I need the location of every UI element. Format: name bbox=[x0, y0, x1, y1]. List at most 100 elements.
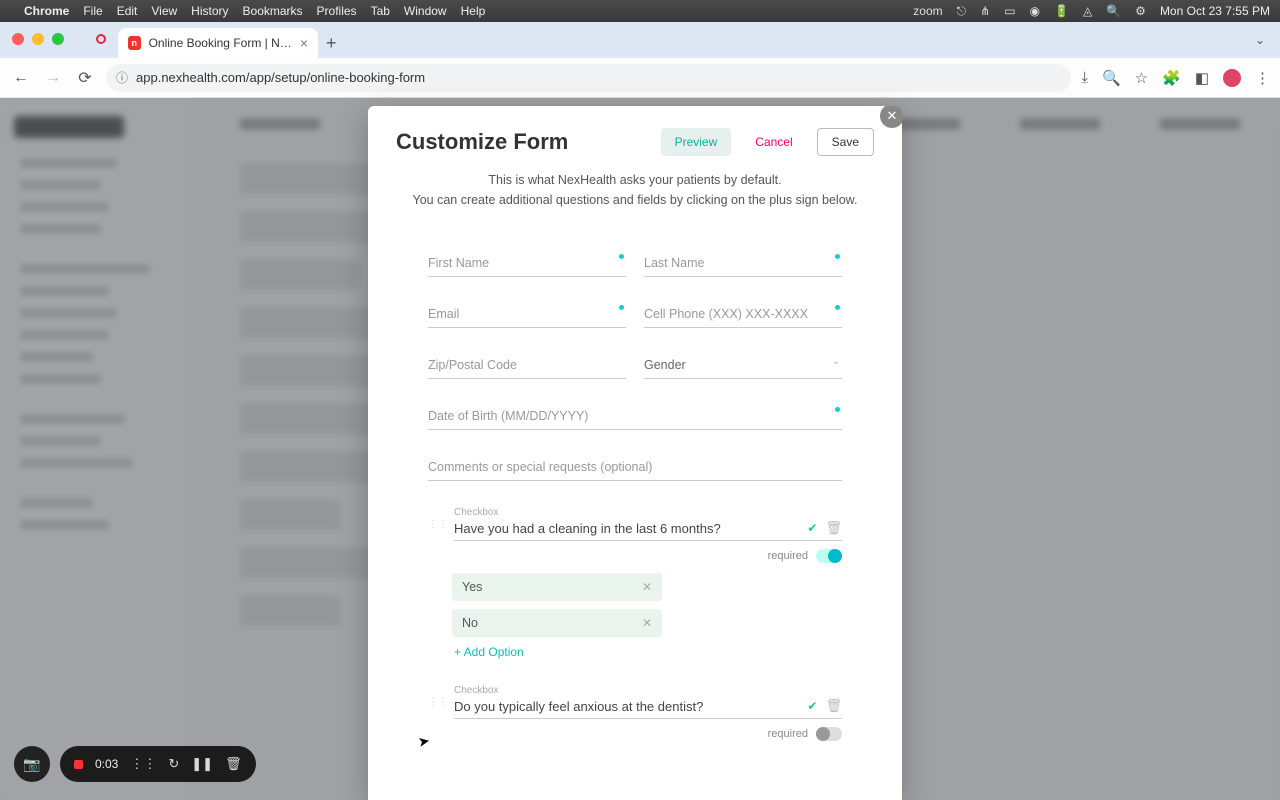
required-dot-icon bbox=[835, 305, 840, 310]
close-icon: ✕ bbox=[887, 108, 898, 124]
modal-close-button[interactable]: ✕ bbox=[880, 106, 902, 128]
save-button[interactable]: Save bbox=[817, 128, 874, 156]
customize-form-modal: ✕ Customize Form Preview Cancel Save Thi… bbox=[368, 106, 902, 800]
url-text: app.nexhealth.com/app/setup/online-booki… bbox=[136, 70, 425, 85]
question-text-input[interactable]: Have you had a cleaning in the last 6 mo… bbox=[454, 521, 799, 536]
required-dot-icon bbox=[619, 305, 624, 310]
status-icon-4[interactable]: ◉ bbox=[1030, 4, 1040, 18]
question-type-label: Checkbox bbox=[454, 685, 842, 696]
required-toggle[interactable] bbox=[816, 549, 842, 563]
menu-bookmarks[interactable]: Bookmarks bbox=[243, 4, 303, 18]
reload-button[interactable]: ⟳ bbox=[74, 68, 96, 88]
wifi-icon[interactable]: ◬ bbox=[1083, 4, 1092, 18]
tab-title: Online Booking Form | NexHe bbox=[149, 36, 292, 50]
chrome-menu-icon[interactable]: ⋮ bbox=[1255, 69, 1270, 87]
delete-icon[interactable]: 🗑 bbox=[825, 698, 842, 714]
trash-icon[interactable]: 🗑 bbox=[225, 756, 242, 772]
record-indicator-icon bbox=[74, 760, 83, 769]
menu-window[interactable]: Window bbox=[404, 4, 447, 18]
tab-close-icon[interactable]: × bbox=[300, 35, 308, 51]
extensions-icon[interactable]: 🧩 bbox=[1162, 69, 1181, 87]
menu-history[interactable]: History bbox=[191, 4, 228, 18]
required-dot-icon bbox=[835, 407, 840, 412]
favicon-icon: n bbox=[128, 36, 141, 50]
custom-question-2: ⋮⋮ Checkbox Do you typically feel anxiou… bbox=[428, 685, 842, 741]
required-dot-icon bbox=[835, 254, 840, 259]
recording-time: 0:03 bbox=[95, 757, 118, 771]
dob-field[interactable]: Date of Birth (MM/DD/YYYY) bbox=[428, 401, 842, 430]
sidepanel-icon[interactable]: ◧ bbox=[1195, 69, 1209, 87]
question-text-input[interactable]: Do you typically feel anxious at the den… bbox=[454, 699, 799, 714]
confirm-icon[interactable]: ✔ bbox=[807, 699, 817, 713]
search-icon[interactable]: 🔍 bbox=[1106, 4, 1121, 18]
menubar-appname[interactable]: Chrome bbox=[24, 4, 69, 18]
chrome-tabstrip: n Online Booking Form | NexHe × + ⌄ bbox=[0, 22, 1280, 58]
drag-handle-icon[interactable]: ⋮⋮ bbox=[428, 519, 448, 530]
last-name-field[interactable]: Last Name bbox=[644, 248, 842, 277]
tab-recording-indicator-icon bbox=[96, 34, 106, 44]
address-bar[interactable]: ⓘ app.nexhealth.com/app/setup/online-boo… bbox=[106, 64, 1071, 92]
new-tab-button[interactable]: + bbox=[326, 33, 337, 58]
site-info-icon[interactable]: ⓘ bbox=[116, 69, 128, 86]
pause-icon[interactable]: ❚❚ bbox=[191, 756, 213, 772]
gender-select[interactable]: Gender ⌄ bbox=[644, 350, 842, 379]
profile-avatar-icon[interactable] bbox=[1223, 69, 1241, 87]
remove-option-icon[interactable]: ✕ bbox=[642, 580, 652, 594]
cancel-button[interactable]: Cancel bbox=[741, 128, 806, 156]
zip-field[interactable]: Zip/Postal Code bbox=[428, 350, 626, 379]
chrome-toolbar: ← → ⟳ ⓘ app.nexhealth.com/app/setup/onli… bbox=[0, 58, 1280, 98]
menu-edit[interactable]: Edit bbox=[117, 4, 138, 18]
window-controls bbox=[12, 33, 64, 45]
remove-option-icon[interactable]: ✕ bbox=[642, 616, 652, 630]
install-app-icon[interactable]: ⤓ bbox=[1081, 69, 1088, 86]
menu-tab[interactable]: Tab bbox=[371, 4, 390, 18]
status-icon-3[interactable]: ▭ bbox=[1004, 4, 1015, 18]
window-zoom-button[interactable] bbox=[52, 33, 64, 45]
required-dot-icon bbox=[619, 254, 624, 259]
status-icon-2[interactable]: ⋔ bbox=[980, 4, 990, 18]
rec-settings-icon[interactable]: ⋮⋮ bbox=[130, 756, 156, 772]
back-button[interactable]: ← bbox=[10, 69, 32, 87]
zoom-menu-icon[interactable]: zoom bbox=[913, 4, 942, 18]
mac-menubar: Chrome File Edit View History Bookmarks … bbox=[0, 0, 1280, 22]
restart-icon[interactable]: ↻ bbox=[168, 756, 179, 772]
menu-profiles[interactable]: Profiles bbox=[317, 4, 357, 18]
menu-file[interactable]: File bbox=[83, 4, 102, 18]
control-center-icon[interactable]: ⚙ bbox=[1135, 4, 1146, 18]
modal-body[interactable]: First Name Last Name Email Cell Phone (X bbox=[368, 226, 902, 800]
camera-toggle-button[interactable]: 📷 bbox=[14, 746, 50, 782]
tabs-dropdown-icon[interactable]: ⌄ bbox=[1250, 30, 1270, 50]
browser-tab[interactable]: n Online Booking Form | NexHe × bbox=[118, 28, 318, 58]
add-option-button[interactable]: + Add Option bbox=[454, 645, 842, 659]
chevron-down-icon: ⌄ bbox=[832, 356, 840, 367]
option-no[interactable]: No ✕ bbox=[452, 609, 662, 637]
modal-title: Customize Form bbox=[396, 129, 651, 155]
confirm-icon[interactable]: ✔ bbox=[807, 521, 817, 535]
modal-intro: This is what NexHealth asks your patient… bbox=[368, 166, 902, 226]
email-field[interactable]: Email bbox=[428, 299, 626, 328]
menubar-clock[interactable]: Mon Oct 23 7:55 PM bbox=[1160, 4, 1270, 18]
menu-view[interactable]: View bbox=[151, 4, 177, 18]
window-close-button[interactable] bbox=[12, 33, 24, 45]
status-icon-1[interactable]: ⎋ bbox=[957, 4, 967, 19]
comments-field[interactable]: Comments or special requests (optional) bbox=[428, 452, 842, 481]
preview-button[interactable]: Preview bbox=[661, 128, 732, 156]
camera-icon: 📷 bbox=[23, 756, 40, 773]
menu-help[interactable]: Help bbox=[461, 4, 486, 18]
drag-handle-icon[interactable]: ⋮⋮ bbox=[428, 697, 448, 708]
window-minimize-button[interactable] bbox=[32, 33, 44, 45]
bookmark-star-icon[interactable]: ☆ bbox=[1135, 69, 1148, 87]
first-name-field[interactable]: First Name bbox=[428, 248, 626, 277]
battery-icon[interactable]: 🔋 bbox=[1054, 4, 1069, 18]
custom-question-1: ⋮⋮ Checkbox Have you had a cleaning in t… bbox=[428, 507, 842, 659]
required-toggle[interactable] bbox=[816, 727, 842, 741]
forward-button[interactable]: → bbox=[42, 69, 64, 87]
delete-icon[interactable]: 🗑 bbox=[825, 520, 842, 536]
required-label: required bbox=[768, 550, 808, 562]
recording-controls: 📷 0:03 ⋮⋮ ↻ ❚❚ 🗑 bbox=[14, 746, 256, 782]
cell-phone-field[interactable]: Cell Phone (XXX) XXX-XXXX bbox=[644, 299, 842, 328]
option-yes[interactable]: Yes ✕ bbox=[452, 573, 662, 601]
question-type-label: Checkbox bbox=[454, 507, 842, 518]
zoom-icon[interactable]: 🔍 bbox=[1102, 69, 1121, 87]
cursor-icon: ➤ bbox=[417, 732, 432, 751]
